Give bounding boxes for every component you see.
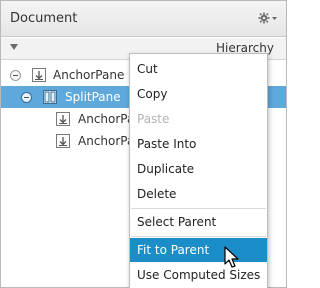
document-panel: Document Hierarchy AnchorPane SplitPane … xyxy=(0,0,287,288)
gear-icon xyxy=(258,12,277,24)
menu-separator xyxy=(131,208,266,209)
panel-title: Document xyxy=(10,11,78,26)
hierarchy-dropdown-icon[interactable] xyxy=(10,44,18,50)
menu-item-delete[interactable]: Delete xyxy=(130,182,267,206)
menu-item-copy[interactable]: Copy xyxy=(130,82,267,106)
menu-item-duplicate[interactable]: Duplicate xyxy=(130,157,267,181)
anchor-pane-icon xyxy=(32,68,46,82)
split-pane-icon xyxy=(43,90,57,104)
menu-item-cut[interactable]: Cut xyxy=(130,57,267,81)
menu-separator xyxy=(131,236,266,237)
menu-item-select-parent[interactable]: Select Parent xyxy=(130,210,267,234)
anchor-pane-icon xyxy=(56,134,70,148)
menu-item-use-computed-sizes[interactable]: Use Computed Sizes xyxy=(130,263,267,287)
tree-row-label: AnchorPane xyxy=(53,68,125,82)
context-menu: Cut Copy Paste Paste Into Duplicate Dele… xyxy=(129,53,268,288)
menu-item-paste-into[interactable]: Paste Into xyxy=(130,132,267,156)
menu-item-fit-to-parent[interactable]: Fit to Parent xyxy=(130,238,267,262)
mouse-pointer-icon xyxy=(224,246,239,268)
menu-item-paste: Paste xyxy=(137,112,170,126)
tree-row-label: SplitPane xyxy=(65,90,121,104)
settings-menu-button[interactable] xyxy=(258,11,278,25)
collapse-toggle-icon[interactable] xyxy=(10,70,21,81)
panel-header: Document xyxy=(1,1,286,37)
collapse-toggle-icon[interactable] xyxy=(21,92,32,103)
anchor-pane-icon xyxy=(56,112,70,126)
